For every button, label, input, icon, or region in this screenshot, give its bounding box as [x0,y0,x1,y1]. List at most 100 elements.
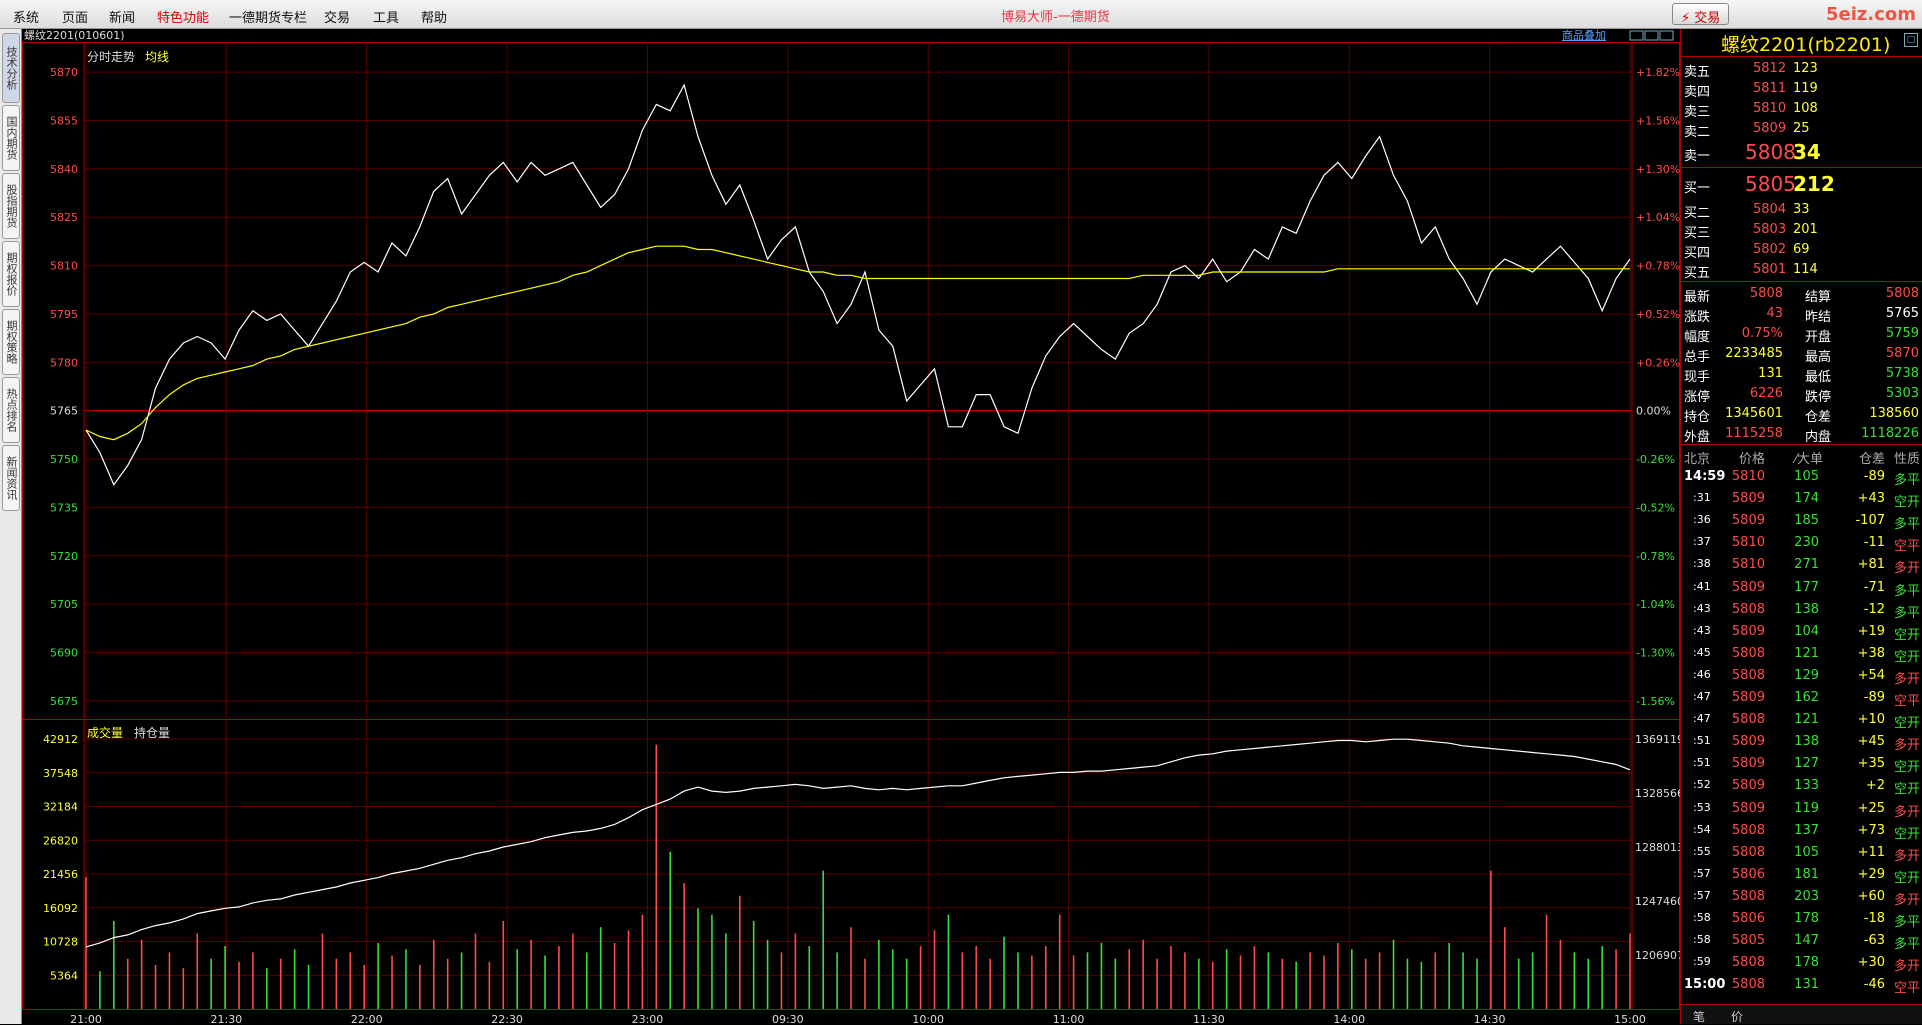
left-tab-1[interactable]: 技术分析 [2,33,20,103]
tick-price: 5809 [1731,623,1765,639]
tick-price: 5810 [1731,535,1765,551]
tick-price: 5809 [1731,778,1765,794]
tick-oi-change: +60 [1857,888,1885,904]
pct-tick-label: -1.56% [1636,695,1675,708]
menu-trade[interactable]: 交易 [324,7,350,26]
left-tab-4[interactable]: 期权报价 [2,241,20,307]
panel-button-3[interactable] [1659,30,1674,41]
menu-tools[interactable]: 工具 [373,7,399,26]
left-tab-5[interactable]: 期权策略 [2,309,20,375]
price-tick-label: 5690 [50,647,78,660]
tick-time: :57 [1693,866,1711,880]
overlay-link[interactable]: 商品叠加 [1562,29,1606,42]
tick-time: :55 [1693,844,1711,858]
bid-level-row: 买三 5803 201 [1681,219,1922,241]
stat-value-right: 5738 [1885,366,1919,381]
price-tick-label: 5750 [50,453,78,466]
tick-nature: 空开 [1893,649,1920,665]
tick-time: :59 [1693,955,1711,969]
ask-label: 卖一 [1684,149,1711,164]
stat-value-right: 5808 [1885,286,1919,301]
trade-button[interactable]: ⚡ 交易 [1672,3,1730,26]
stat-value-right: 5759 [1885,326,1919,341]
tick-volume: 138 [1794,734,1819,750]
menu-system[interactable]: 系统 [13,7,39,26]
tick-price: 5808 [1731,712,1765,728]
tick-price: 5809 [1731,800,1765,816]
tick-price: 5810 [1731,469,1765,484]
pct-tick-label: +0.52% [1636,308,1680,321]
tick-time: :45 [1693,645,1711,659]
tick-row: :46 5808 129 +54 多开 [1681,665,1922,687]
tick-oi-change: +45 [1857,734,1885,750]
panel-toggle-icon[interactable]: □ [1904,33,1918,47]
menu-special[interactable]: 特色功能 [157,7,209,26]
menu-news[interactable]: 新闻 [109,7,135,26]
menu-bar: 系统 页面 新闻 特色功能 一德期货专栏 交易 工具 帮助 博易大师-一德期货 … [0,0,1922,29]
left-tab-3[interactable]: 股指期货 [2,173,20,239]
volume-title: 成交量 [87,725,123,740]
tick-time: :58 [1693,911,1711,924]
quote-tab-1[interactable]: 笔 [1693,1008,1705,1025]
tick-oi-change: -89 [1863,690,1885,705]
tick-time: :46 [1693,667,1711,681]
open-interest-line [85,738,1631,948]
panel-button-2[interactable] [1644,30,1659,41]
left-tab-7[interactable]: 新闻资讯 [2,445,20,511]
divider [1681,167,1922,168]
intraday-chart[interactable]: 螺纹2201(010601) 分时走势 均线 商品叠加 成交量 持仓量 5870 +1.82%… [22,29,1680,1024]
stat-row: 幅度 0.75% 开盘 5759 [1681,323,1922,345]
tick-time: :51 [1693,756,1711,770]
bid-volume: 33 [1793,202,1810,217]
tick-price: 5809 [1731,579,1765,595]
tick-price: 5808 [1731,955,1765,971]
tick-time: :57 [1693,888,1711,902]
divider [1681,281,1922,282]
pct-tick-label: -1.30% [1636,647,1675,660]
bid-level-row: 买一 5805 212 [1681,172,1922,196]
tick-nature: 空平 [1893,981,1920,997]
tick-price: 5809 [1731,756,1765,772]
oi-tick-label: 1369119 [1635,733,1680,746]
ask-level-row: 卖五 5812 123 [1681,58,1922,80]
oi-tick-label: 1247460 [1635,895,1680,908]
tick-volume: 131 [1794,977,1819,993]
bid-label: 买五 [1684,266,1711,281]
bid-price: 5804 [1753,202,1787,217]
tick-price: 5808 [1731,977,1765,993]
tick-oi-change: -46 [1863,977,1885,993]
volume-tick-label: 26820 [43,834,78,847]
left-tab-2[interactable]: 国内期货 [2,105,20,171]
menu-help[interactable]: 帮助 [421,7,447,26]
tick-price: 5808 [1731,822,1765,838]
stat-row: 外盘 1115258 内盘 1118226 [1681,423,1922,445]
menu-page[interactable]: 页面 [62,7,88,26]
tick-row: :53 5809 119 +25 多开 [1681,798,1922,820]
bid-level-row: 买二 5804 33 [1681,199,1922,221]
tick-row: :54 5808 137 +73 空开 [1681,820,1922,842]
bid-price: 5802 [1753,242,1787,257]
chart-canvas[interactable]: 螺纹2201(010601) 分时走势 均线 商品叠加成交量 持仓量 5870 +1.82%… [22,29,1680,1024]
tick-oi-change: +38 [1857,645,1885,661]
app-title: 博易大师-一德期货 [1001,10,1110,25]
panel-button-1[interactable] [1629,30,1644,41]
pct-tick-label: +1.82% [1636,66,1680,79]
quote-tab-2[interactable]: 价 [1731,1008,1743,1025]
left-tab-6[interactable]: 热点排名 [2,377,20,443]
menu-yide-column[interactable]: 一德期货专栏 [229,7,307,26]
tick-oi-change: -89 [1863,469,1885,484]
tick-volume: 138 [1794,601,1819,617]
tick-volume: 177 [1794,579,1819,595]
tick-nature: 多平 [1893,517,1920,533]
volume-tick-label: 21456 [43,868,78,881]
ask-level-row: 卖二 5809 25 [1681,118,1922,140]
tick-nature: 多开 [1893,738,1920,754]
time-tick-label: 15:00 [1614,1013,1646,1024]
stat-value-left: 6226 [1749,386,1783,401]
tick-oi-change: -18 [1863,911,1885,926]
tick-time: :41 [1693,579,1711,593]
tick-volume: 105 [1794,844,1819,860]
tick-price: 5809 [1731,690,1765,705]
tick-oi-change: +54 [1857,667,1885,683]
tick-nature: 空平 [1893,694,1920,709]
